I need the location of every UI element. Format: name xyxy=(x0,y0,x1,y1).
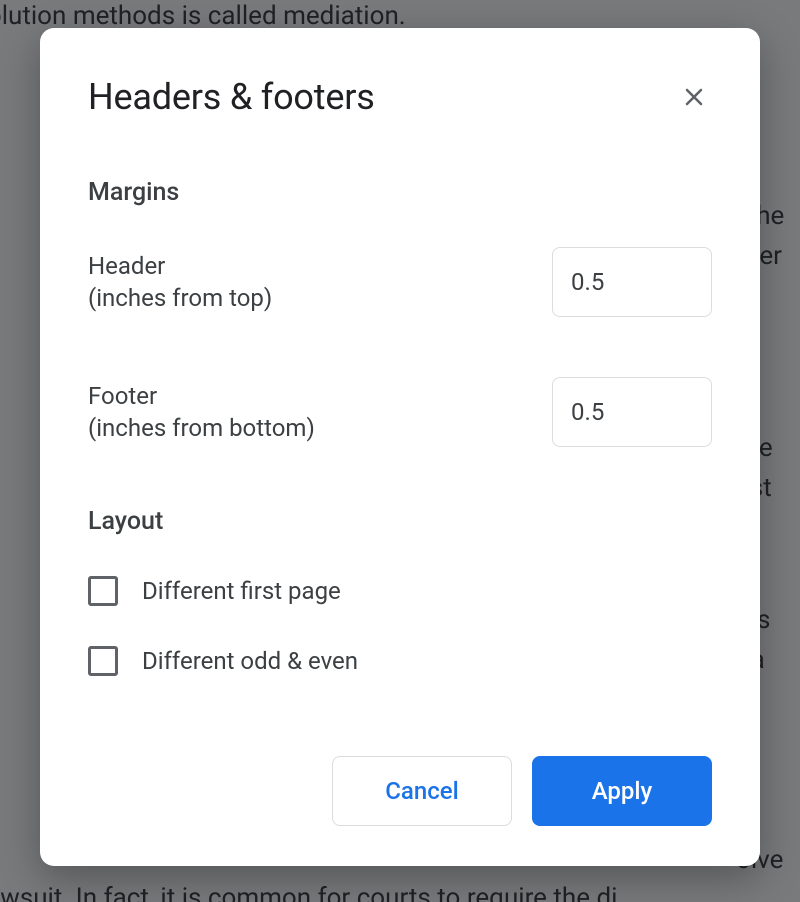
cancel-button[interactable]: Cancel xyxy=(332,756,512,826)
header-margin-row: Header (inches from top) xyxy=(88,247,712,317)
close-button[interactable] xyxy=(676,79,712,115)
header-label-line1: Header xyxy=(88,250,272,282)
close-icon xyxy=(682,85,706,109)
dialog-header: Headers & footers xyxy=(88,76,712,118)
different-odd-even-option[interactable]: Different odd & even xyxy=(88,646,712,676)
margins-section-title: Margins xyxy=(88,178,712,207)
footer-margin-row: Footer (inches from bottom) xyxy=(88,377,712,447)
different-first-page-label: Different first page xyxy=(142,577,341,605)
different-first-page-option[interactable]: Different first page xyxy=(88,576,712,606)
headers-footers-dialog: Headers & footers Margins Header (inches… xyxy=(40,28,760,866)
footer-margin-input[interactable] xyxy=(552,377,712,447)
different-odd-even-label: Different odd & even xyxy=(142,647,358,675)
footer-label-line2: (inches from bottom) xyxy=(88,412,315,444)
footer-margin-label: Footer (inches from bottom) xyxy=(88,380,315,445)
dialog-title: Headers & footers xyxy=(88,76,375,118)
header-margin-input[interactable] xyxy=(552,247,712,317)
layout-section-title: Layout xyxy=(88,507,712,536)
dialog-footer: Cancel Apply xyxy=(88,756,712,826)
apply-button[interactable]: Apply xyxy=(532,756,712,826)
header-margin-label: Header (inches from top) xyxy=(88,250,272,315)
different-odd-even-checkbox[interactable] xyxy=(88,646,118,676)
header-label-line2: (inches from top) xyxy=(88,282,272,314)
different-first-page-checkbox[interactable] xyxy=(88,576,118,606)
footer-label-line1: Footer xyxy=(88,380,315,412)
